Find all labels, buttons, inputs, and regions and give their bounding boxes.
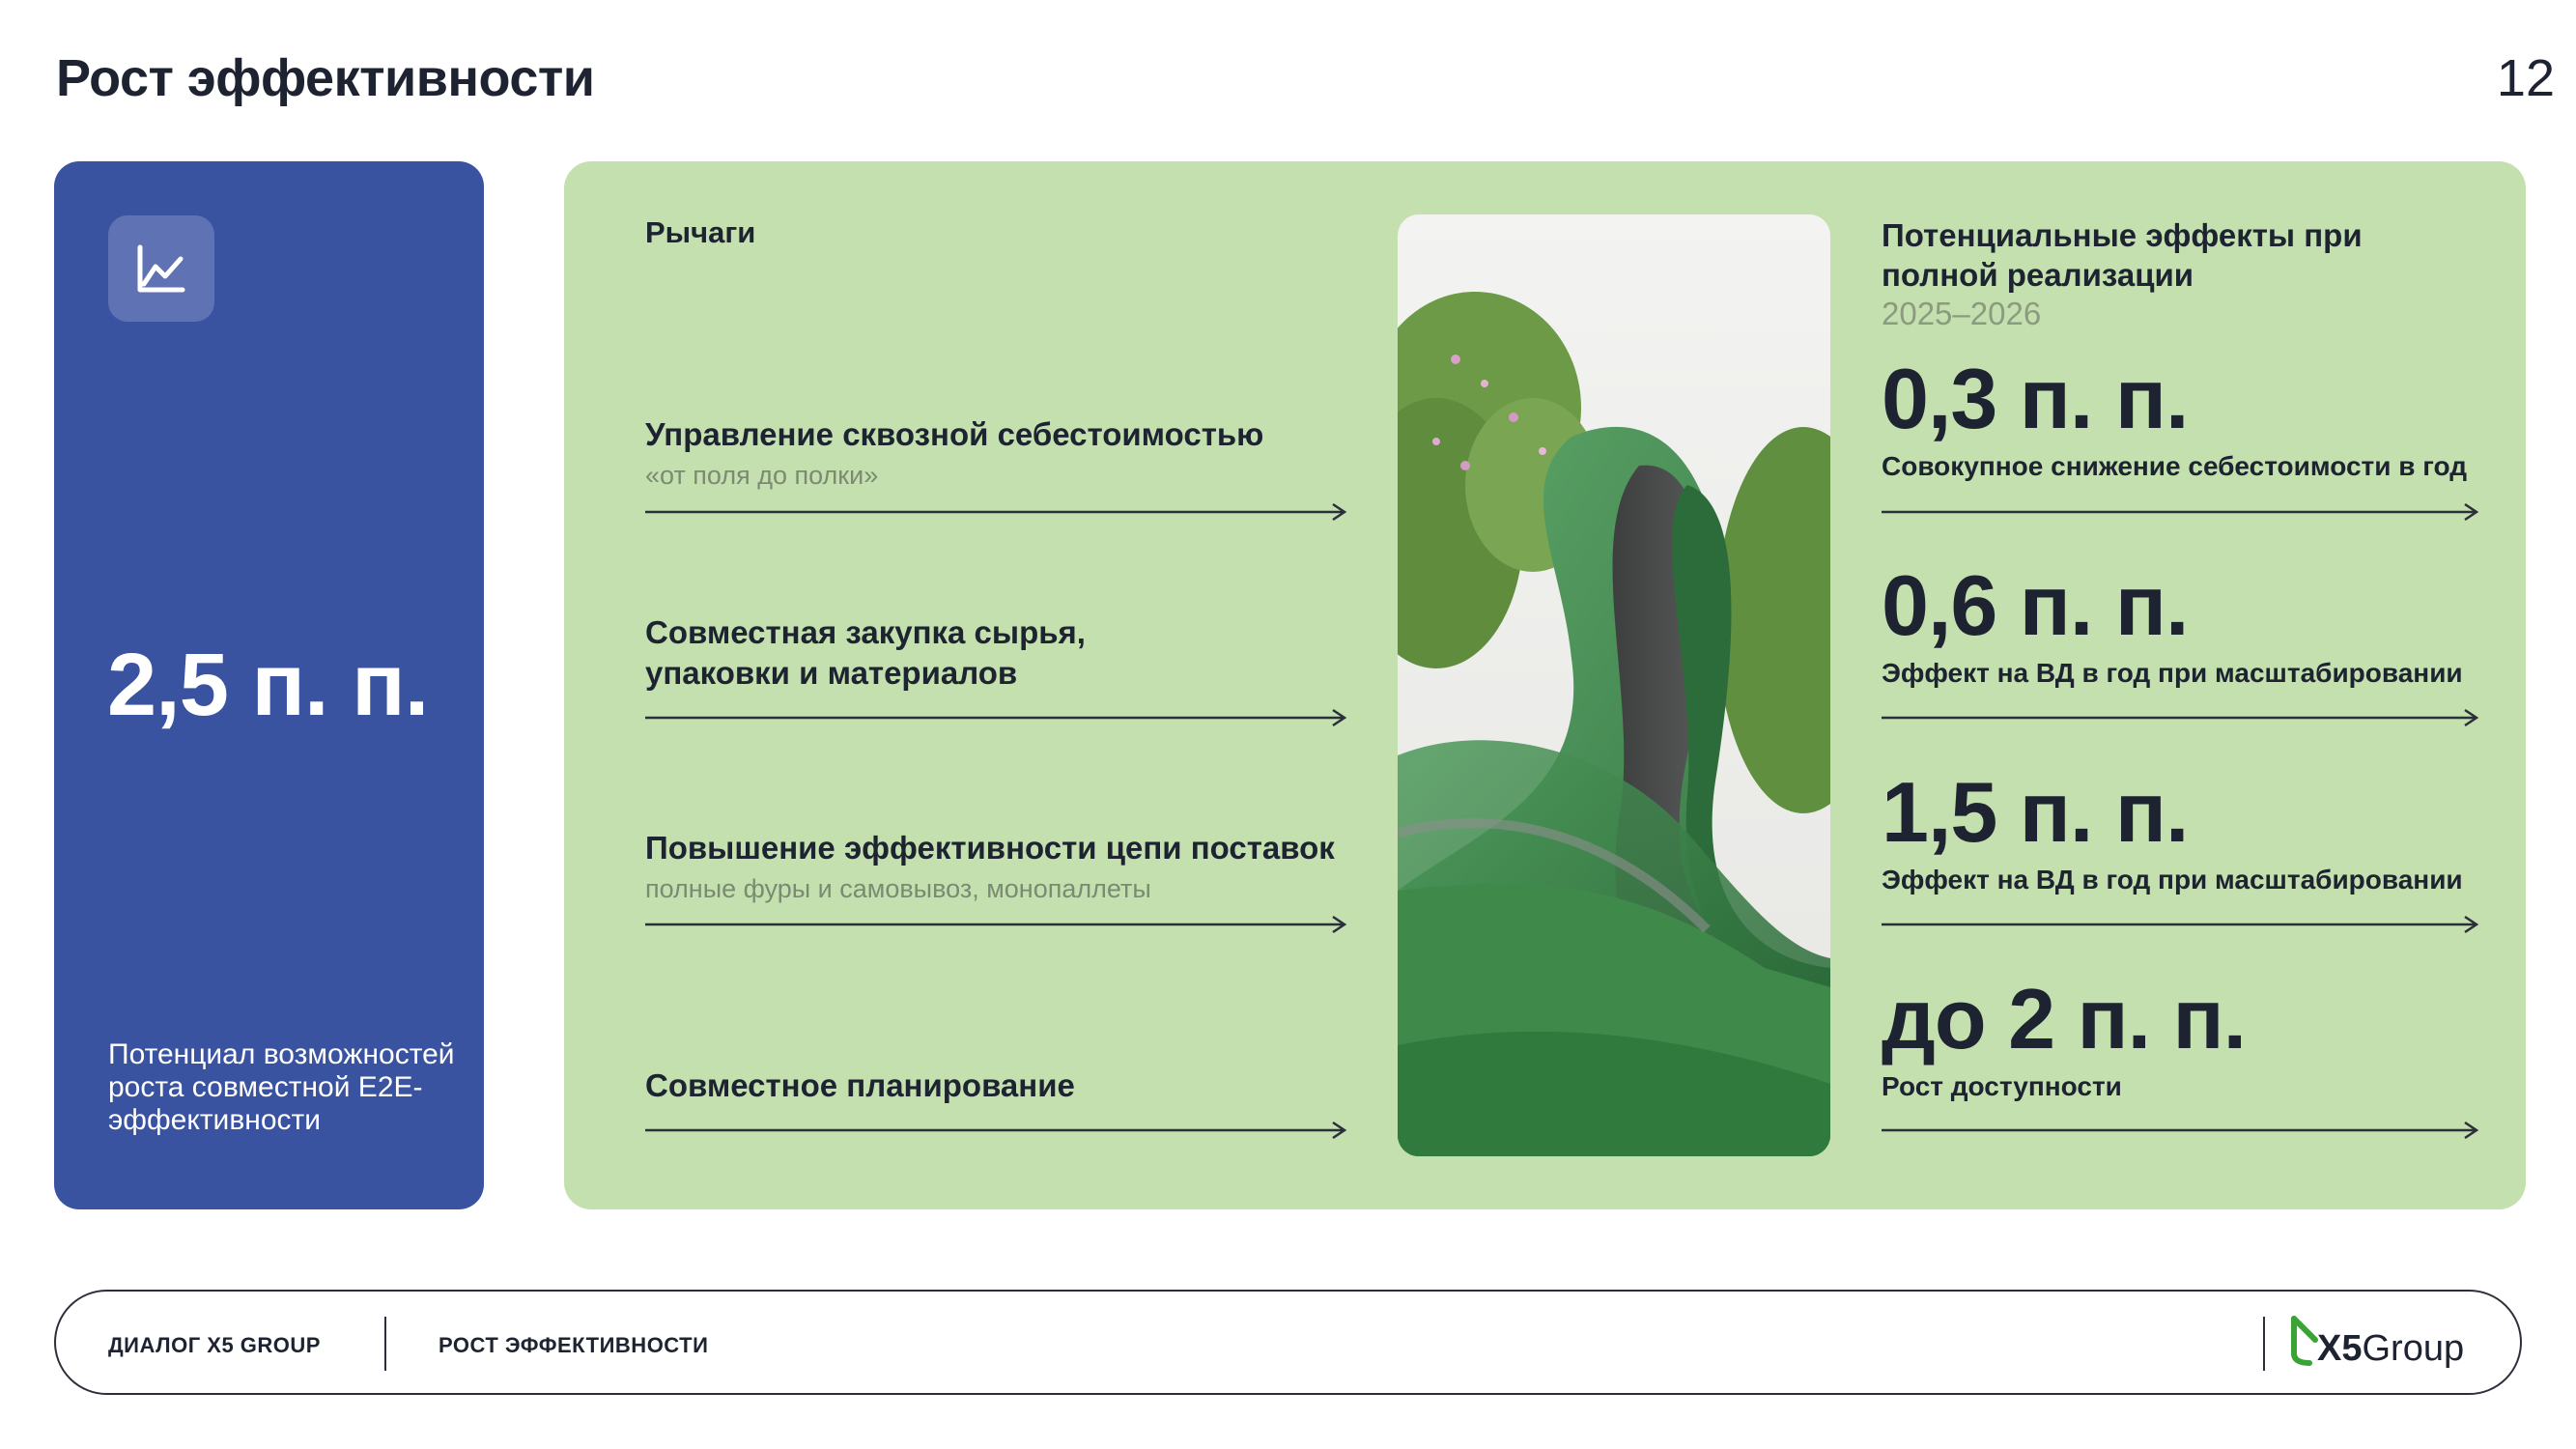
arrow-right-icon (645, 1121, 1347, 1140)
footer-section-label: РОСТ ЭФФЕКТИВНОСТИ (439, 1333, 709, 1357)
effect-value: 1,5 п. п. (1882, 764, 2189, 860)
lever-title: Управление сквозной себестоимостью (645, 416, 1264, 452)
decorative-photo (1398, 214, 1830, 1156)
x5-group-logo: X5Group (2290, 1315, 2470, 1373)
arrow-right-icon (1882, 502, 2479, 522)
effect-value: 0,6 п. п. (1882, 557, 2189, 653)
lever-item: Управление сквозной себестоимостью «от п… (645, 414, 1350, 491)
lever-title: Совместная закупка сырья, упаковки и мат… (645, 614, 1086, 691)
summary-value: 2,5 п. п. (107, 636, 429, 734)
effect-value: 0,3 п. п. (1882, 351, 2189, 446)
arrow-right-icon (1882, 1121, 2479, 1140)
line-chart-icon (108, 215, 214, 322)
footer-left-label: ДИАЛОГ X5 GROUP (108, 1333, 321, 1357)
effect-label: Эффект на ВД в год при масштабировании (1882, 658, 2463, 688)
lever-subtitle: полные фуры и самовывоз, монопаллеты (645, 874, 1151, 903)
effect-label: Совокупное снижение себестоимости в год (1882, 451, 2468, 481)
logo-group-text: Group (2362, 1328, 2465, 1369)
footer-bar: ДИАЛОГ X5 GROUP РОСТ ЭФФЕКТИВНОСТИ X5Gro… (54, 1290, 2522, 1395)
page-number: 12 (2496, 49, 2555, 107)
effect-item: 0,6 п. п. Эффект на ВД в год при масштаб… (1882, 561, 2480, 689)
arrow-right-icon (1882, 915, 2479, 934)
summary-card: 2,5 п. п. Потенциал возможностей роста с… (54, 161, 484, 1209)
effect-item: до 2 п. п. Рост доступности (1882, 975, 2480, 1102)
levers-panel: Рычаги Управление сквозной себестоимость… (564, 161, 2526, 1209)
logo-x5-text: X5 (2317, 1328, 2363, 1369)
lever-title: Совместное планирование (645, 1067, 1075, 1103)
lever-item: Совместное планирование (645, 1065, 1350, 1106)
lever-subtitle: «от поля до полки» (645, 461, 879, 490)
summary-caption: Потенциал возможностей роста совместной … (108, 1038, 455, 1136)
effect-item: 0,3 п. п. Совокупное снижение себестоимо… (1882, 355, 2480, 482)
lever-title: Повышение эффективности цепи поставок (645, 830, 1335, 866)
effect-label: Эффект на ВД в год при масштабировании (1882, 865, 2463, 895)
page-title: Рост эффективности (56, 49, 595, 107)
lever-item: Повышение эффективности цепи поставок по… (645, 828, 1350, 904)
arrow-right-icon (645, 502, 1347, 522)
effect-value: до 2 п. п. (1882, 971, 2247, 1066)
levers-heading: Рычаги (645, 215, 756, 249)
footer-divider (384, 1317, 386, 1371)
footer-divider (2263, 1317, 2265, 1371)
arrow-right-icon (1882, 708, 2479, 727)
arrow-right-icon (645, 915, 1347, 934)
effects-years: 2025–2026 (1882, 296, 2042, 331)
effect-label: Рост доступности (1882, 1071, 2122, 1101)
effect-item: 1,5 п. п. Эффект на ВД в год при масштаб… (1882, 768, 2480, 895)
effects-heading: Потенциальные эффекты при полной реализа… (1882, 217, 2363, 293)
arrow-right-icon (645, 708, 1347, 727)
lever-item: Совместная закупка сырья, упаковки и мат… (645, 612, 1186, 694)
